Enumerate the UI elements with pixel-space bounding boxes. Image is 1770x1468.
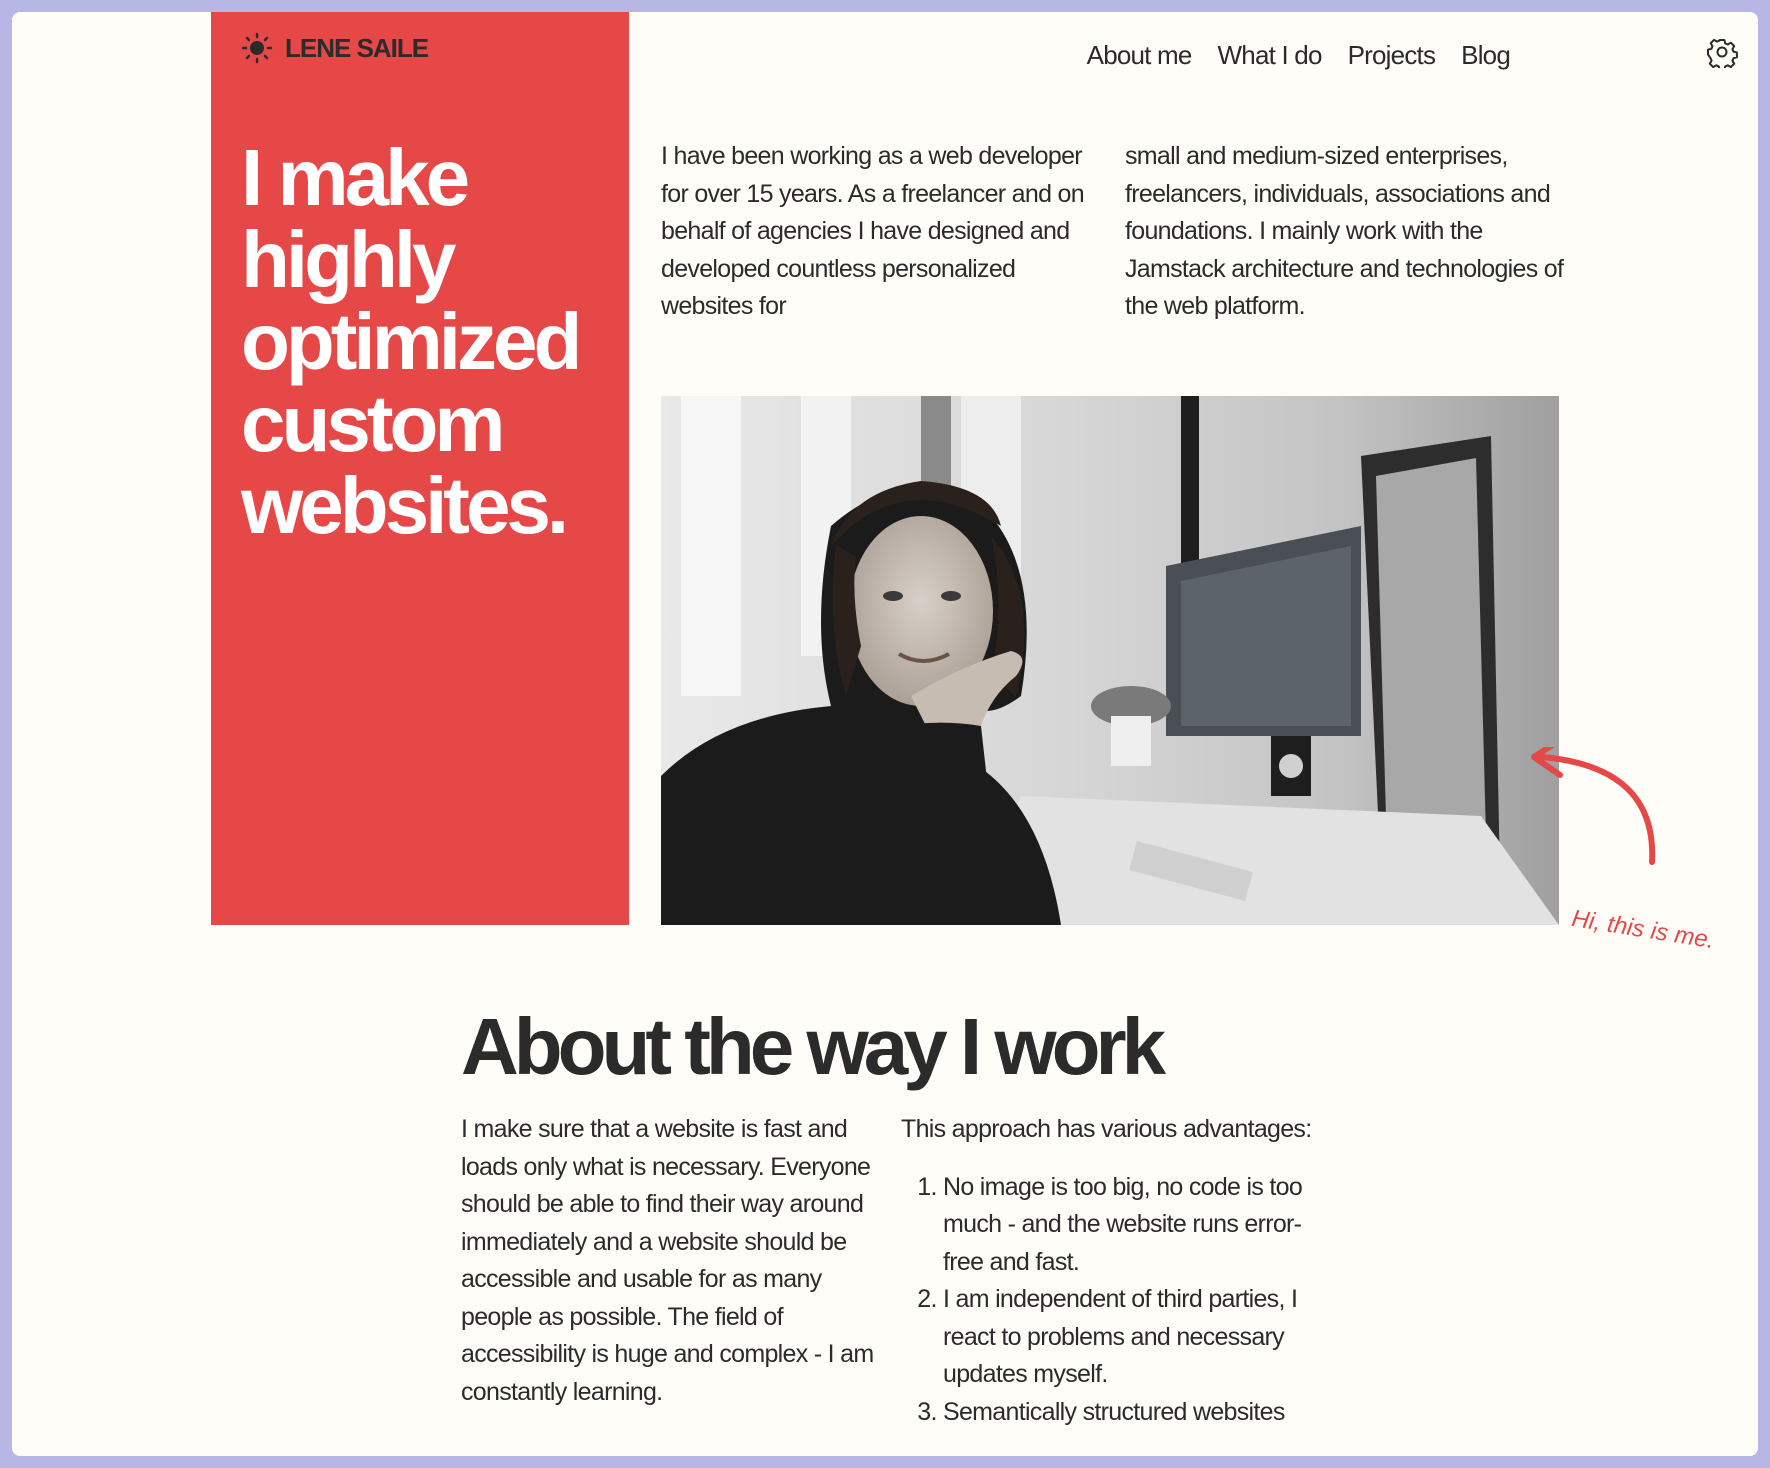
sun-icon [241, 32, 273, 64]
browser-window: LENE SAILE I make highly optimized custo… [12, 12, 1758, 1456]
nav-blog[interactable]: Blog [1461, 40, 1511, 71]
hero-panel: LENE SAILE I make highly optimized custo… [211, 12, 629, 925]
list-item: Semantically structured websites [943, 1394, 1321, 1432]
about-advantages: This approach has various advantages: No… [901, 1111, 1321, 1431]
curved-arrow-icon [1531, 747, 1656, 865]
advantages-intro: This approach has various advantages: [901, 1115, 1312, 1143]
brand-name: LENE SAILE [285, 32, 429, 63]
nav-what-i-do[interactable]: What I do [1218, 40, 1323, 71]
advantages-list: No image is too big, no code is too much… [901, 1169, 1321, 1432]
main-nav: About me What I do Projects Blog [1087, 40, 1511, 71]
gear-icon[interactable] [1706, 36, 1738, 68]
logo-link[interactable]: LENE SAILE [241, 32, 429, 64]
hero-title: I make highly optimized custom websites. [241, 133, 582, 550]
list-item: I am independent of third parties, I rea… [943, 1281, 1321, 1394]
about-text-left: I make sure that a website is fast and l… [461, 1115, 874, 1406]
photo-callout: Hi, this is me. [1569, 905, 1717, 955]
nav-projects[interactable]: Projects [1348, 40, 1436, 71]
intro-text-left: I have been working as a web developer f… [661, 142, 1085, 320]
portrait-photo [661, 396, 1559, 925]
list-item: No image is too big, no code is too much… [943, 1169, 1321, 1282]
nav-about-me[interactable]: About me [1087, 40, 1193, 71]
intro-text-right: small and medium-sized enterprises, free… [1125, 142, 1564, 320]
about-heading: About the way I work [461, 1002, 1166, 1091]
